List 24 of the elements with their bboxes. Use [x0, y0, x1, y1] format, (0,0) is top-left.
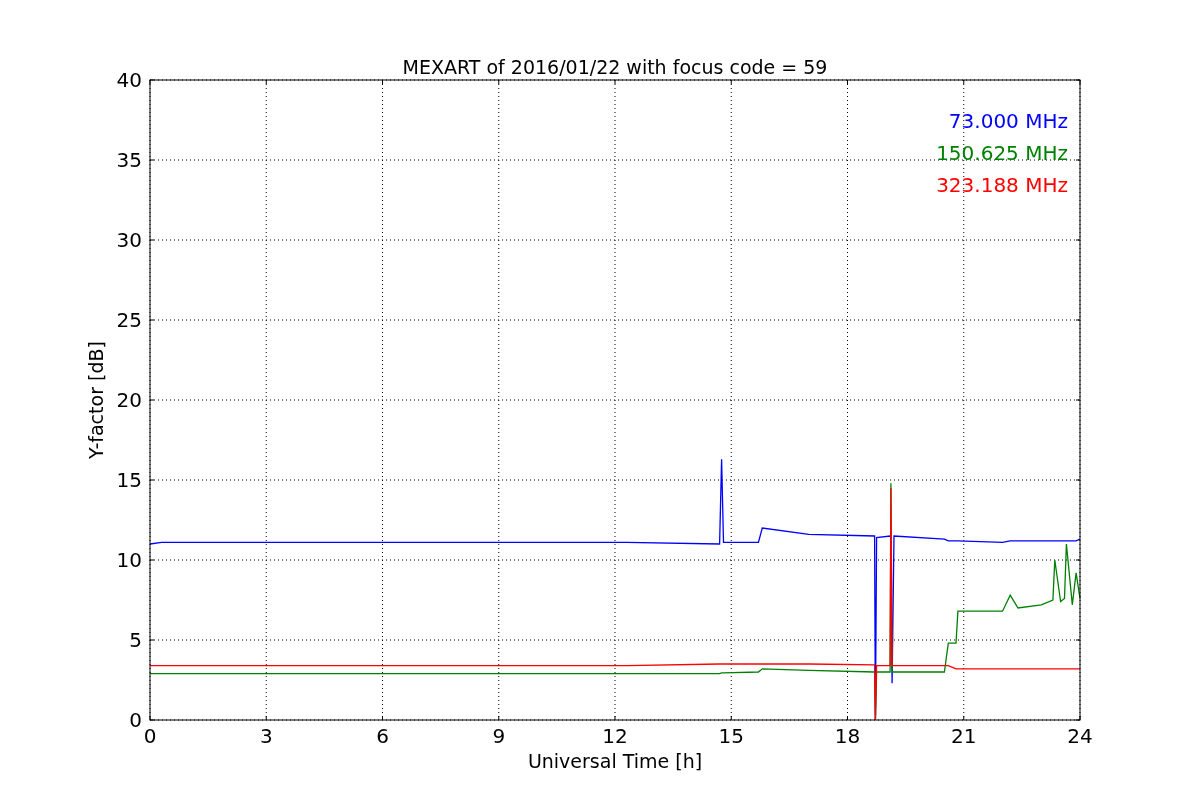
y-tick-label: 40 [116, 68, 142, 92]
x-tick-label: 12 [602, 724, 628, 748]
y-tick-label: 10 [116, 548, 142, 572]
y-tick-label: 15 [116, 468, 142, 492]
x-tick-label: 24 [1067, 724, 1093, 748]
x-tick-label: 0 [143, 724, 157, 748]
legend-label: 150.625 MHz [936, 141, 1068, 165]
y-tick-label: 20 [116, 388, 142, 412]
x-axis-label: Universal Time [h] [527, 750, 703, 772]
x-tick-label: 15 [718, 724, 744, 748]
y-tick-label: 25 [116, 308, 142, 332]
x-tick-label: 18 [834, 724, 861, 748]
x-tick-label: 9 [492, 724, 506, 748]
y-tick-label: 0 [129, 708, 142, 732]
legend-label: 323.188 MHz [936, 173, 1068, 197]
y-axis-label: Y-factor [dB] [85, 341, 107, 459]
legend-label: 73.000 MHz [948, 109, 1068, 133]
x-tick-label: 3 [259, 724, 273, 748]
y-tick-label: 5 [129, 628, 142, 652]
chart-title: MEXART of 2016/01/22 with focus code = 59 [402, 56, 828, 78]
x-tick-label: 6 [376, 724, 389, 748]
y-tick-label: 35 [116, 148, 142, 172]
y-tick-label: 30 [116, 228, 142, 252]
x-tick-label: 21 [951, 724, 977, 748]
